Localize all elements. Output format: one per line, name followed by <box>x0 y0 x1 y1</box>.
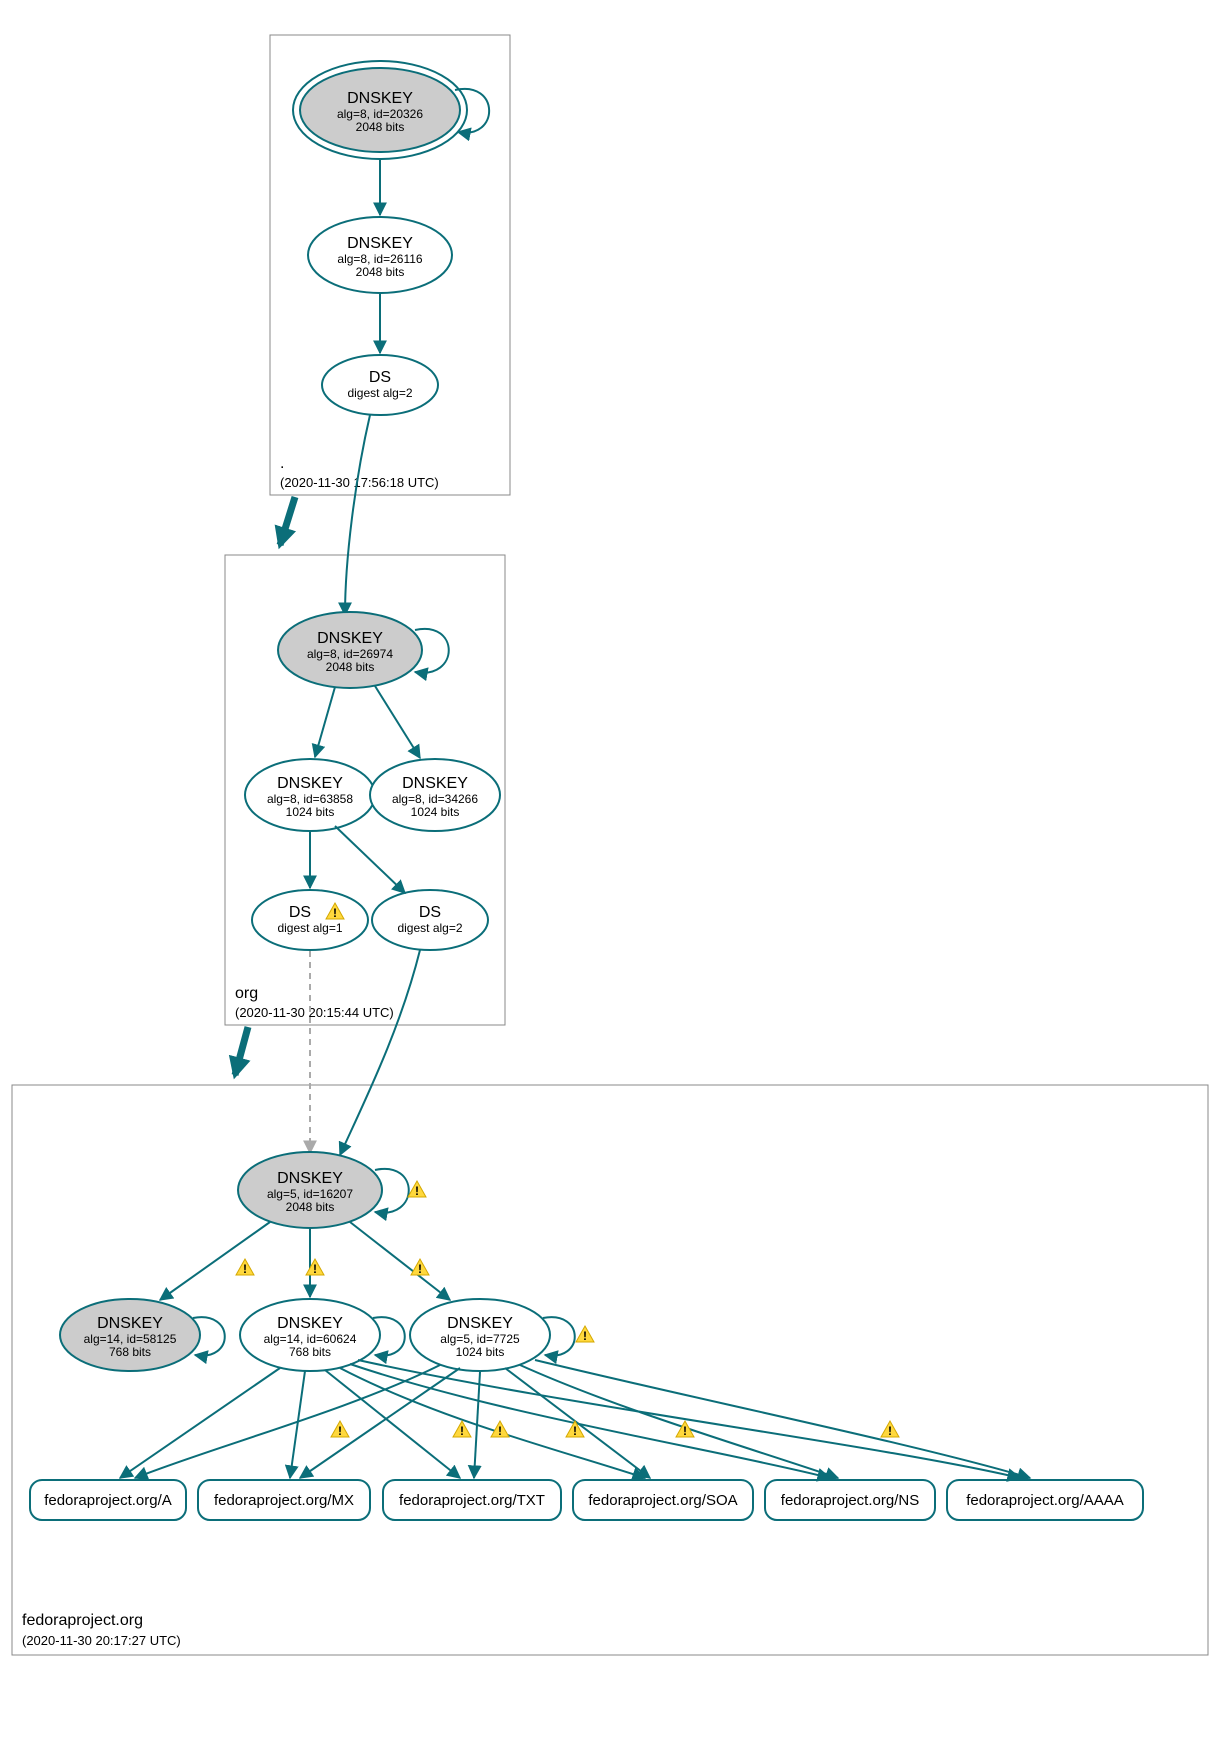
node-org-ds1: DS digest alg=1 <box>252 890 368 950</box>
warning-icon <box>331 1421 349 1438</box>
svg-text:alg=8, id=34266: alg=8, id=34266 <box>392 792 478 806</box>
edge-zone-org-to-fedora <box>235 1027 248 1075</box>
warning-icon <box>453 1421 471 1438</box>
svg-text:DNSKEY: DNSKEY <box>317 630 383 647</box>
node-org-ds2: DS digest alg=2 <box>372 890 488 950</box>
svg-text:DNSKEY: DNSKEY <box>277 775 343 792</box>
svg-text:2048 bits: 2048 bits <box>286 1200 335 1214</box>
svg-text:DNSKEY: DNSKEY <box>447 1315 513 1332</box>
svg-text:fedoraproject.org/SOA: fedoraproject.org/SOA <box>588 1492 737 1509</box>
svg-text:DNSKEY: DNSKEY <box>402 775 468 792</box>
svg-text:DNSKEY: DNSKEY <box>347 90 413 107</box>
svg-text:fedoraproject.org/MX: fedoraproject.org/MX <box>214 1492 354 1509</box>
zone-fedora-time: (2020-11-30 20:17:27 UTC) <box>22 1633 181 1648</box>
svg-text:digest alg=1: digest alg=1 <box>277 921 342 935</box>
warning-icon <box>236 1259 254 1276</box>
svg-text:digest alg=2: digest alg=2 <box>397 921 462 935</box>
rrset-ns: fedoraproject.org/NS <box>765 1480 935 1520</box>
svg-text:1024 bits: 1024 bits <box>456 1345 505 1359</box>
svg-text:DNSKEY: DNSKEY <box>277 1170 343 1187</box>
svg-text:alg=8, id=26116: alg=8, id=26116 <box>337 252 423 266</box>
warning-icon <box>576 1326 594 1343</box>
svg-text:alg=8, id=20326: alg=8, id=20326 <box>337 107 423 121</box>
rrset-txt: fedoraproject.org/TXT <box>383 1480 561 1520</box>
node-root-zsk: DNSKEY alg=8, id=26116 2048 bits <box>308 217 452 293</box>
zone-root: . (2020-11-30 17:56:18 UTC) DNSKEY alg=8… <box>270 35 510 495</box>
rrset-mx: fedoraproject.org/MX <box>198 1480 370 1520</box>
zone-root-label: . <box>280 455 284 472</box>
warning-icon <box>408 1181 426 1198</box>
svg-text:DNSKEY: DNSKEY <box>347 235 413 252</box>
svg-text:DNSKEY: DNSKEY <box>97 1315 163 1332</box>
warning-icon <box>881 1421 899 1438</box>
node-root-ds: DS digest alg=2 <box>322 355 438 415</box>
zone-org: org (2020-11-30 20:15:44 UTC) DNSKEY alg… <box>225 415 505 1025</box>
warning-icon <box>411 1259 429 1276</box>
svg-text:alg=8, id=26974: alg=8, id=26974 <box>307 647 393 661</box>
svg-text:768 bits: 768 bits <box>289 1345 331 1359</box>
svg-text:768 bits: 768 bits <box>109 1345 151 1359</box>
svg-text:alg=5, id=16207: alg=5, id=16207 <box>267 1187 353 1201</box>
warning-icon <box>306 1259 324 1276</box>
svg-text:1024 bits: 1024 bits <box>286 805 335 819</box>
svg-text:DS: DS <box>369 369 391 386</box>
rrset-soa: fedoraproject.org/SOA <box>573 1480 753 1520</box>
zone-fedora-label: fedoraproject.org <box>22 1612 143 1629</box>
svg-text:DS: DS <box>289 904 311 921</box>
svg-text:2048 bits: 2048 bits <box>326 660 375 674</box>
zone-org-time: (2020-11-30 20:15:44 UTC) <box>235 1005 394 1020</box>
node-org-ksk: DNSKEY alg=8, id=26974 2048 bits <box>278 612 422 688</box>
svg-text:fedoraproject.org/TXT: fedoraproject.org/TXT <box>399 1492 545 1509</box>
dnssec-diagram: ! . (2020-11-30 17:56:18 UTC) DNSKEY alg… <box>0 0 1220 1742</box>
node-fed-k3: DNSKEY alg=5, id=7725 1024 bits <box>410 1299 550 1371</box>
zone-fedora: fedoraproject.org (2020-11-30 20:17:27 U… <box>12 950 1208 1655</box>
svg-text:alg=8, id=63858: alg=8, id=63858 <box>267 792 353 806</box>
svg-text:fedoraproject.org/A: fedoraproject.org/A <box>44 1492 172 1509</box>
svg-text:DNSKEY: DNSKEY <box>277 1315 343 1332</box>
node-root-ksk: DNSKEY alg=8, id=20326 2048 bits <box>293 61 467 159</box>
svg-text:2048 bits: 2048 bits <box>356 120 405 134</box>
svg-text:fedoraproject.org/AAAA: fedoraproject.org/AAAA <box>966 1492 1124 1509</box>
svg-text:digest alg=2: digest alg=2 <box>347 386 412 400</box>
zone-org-label: org <box>235 985 258 1002</box>
node-fed-k1: DNSKEY alg=14, id=58125 768 bits <box>60 1299 200 1371</box>
svg-text:2048 bits: 2048 bits <box>356 265 405 279</box>
svg-text:alg=5, id=7725: alg=5, id=7725 <box>440 1332 520 1346</box>
zone-root-time: (2020-11-30 17:56:18 UTC) <box>280 475 439 490</box>
node-org-zsk2: DNSKEY alg=8, id=34266 1024 bits <box>370 759 500 831</box>
rrset-aaaa: fedoraproject.org/AAAA <box>947 1480 1143 1520</box>
node-fed-ksk: DNSKEY alg=5, id=16207 2048 bits <box>238 1152 382 1228</box>
svg-text:fedoraproject.org/NS: fedoraproject.org/NS <box>781 1492 919 1509</box>
svg-text:alg=14, id=58125: alg=14, id=58125 <box>84 1332 177 1346</box>
svg-text:DS: DS <box>419 904 441 921</box>
rrset-a: fedoraproject.org/A <box>30 1480 186 1520</box>
svg-text:alg=14, id=60624: alg=14, id=60624 <box>264 1332 357 1346</box>
svg-text:1024 bits: 1024 bits <box>411 805 460 819</box>
node-org-zsk1: DNSKEY alg=8, id=63858 1024 bits <box>245 759 375 831</box>
edge-zone-root-to-org <box>280 497 295 545</box>
